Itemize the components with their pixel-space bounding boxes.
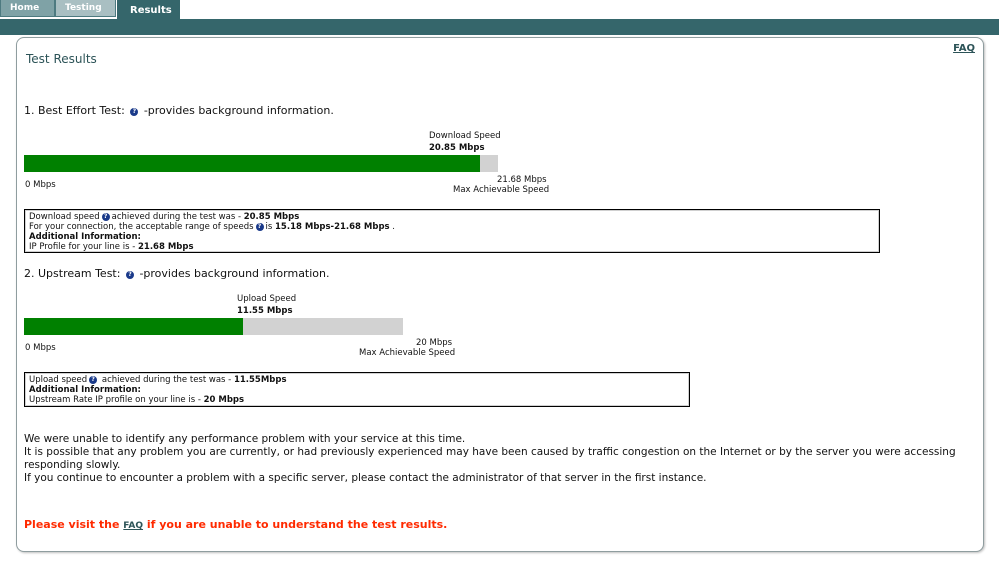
- best-effort-heading-note: -provides background information.: [143, 104, 334, 117]
- help-icon[interactable]: ?: [101, 213, 110, 221]
- download-min-label: 0 Mbps: [25, 180, 56, 190]
- download-speed-value: 20.85 Mbps: [429, 143, 485, 153]
- best-effort-heading: 1. Best Effort Test: ? -provides backgro…: [24, 104, 334, 117]
- upload-info-box: Upload speed? achieved during the test w…: [24, 372, 690, 407]
- upload-info-line-1: Upload speed? achieved during the test w…: [29, 375, 287, 385]
- tab-bar: Home Testing Results: [0, 0, 999, 35]
- download-speed-bar-fill: [24, 155, 480, 172]
- summary-text: We were unable to identify any performan…: [24, 433, 974, 485]
- summary-line-1: We were unable to identify any performan…: [24, 433, 466, 445]
- upload-info-line-2: Additional Information:: [29, 385, 141, 395]
- help-icon[interactable]: ?: [125, 271, 134, 279]
- help-icon[interactable]: ?: [89, 376, 98, 384]
- download-info-line-3: Additional Information:: [29, 232, 141, 242]
- upload-speed-bar-fill: [24, 318, 243, 335]
- upstream-heading-label: 2. Upstream Test:: [24, 267, 121, 280]
- download-info-line-4: IP Profile for your line is - 21.68 Mbps: [29, 242, 194, 252]
- faq-notice-post: if you are unable to understand the test…: [143, 518, 448, 531]
- page-title: Test Results: [26, 52, 97, 66]
- tab-testing[interactable]: Testing: [55, 0, 116, 17]
- upload-speed-value: 11.55 Mbps: [237, 306, 293, 316]
- download-info-line-2: For your connection, the acceptable rang…: [29, 222, 396, 232]
- download-max-value: 21.68 Mbps: [497, 175, 547, 185]
- download-info-box: Download speed? achieved during the test …: [24, 209, 880, 253]
- tab-home[interactable]: Home: [0, 0, 55, 17]
- help-icon[interactable]: ?: [130, 108, 139, 116]
- download-info-line-1: Download speed? achieved during the test …: [29, 212, 300, 222]
- faq-link[interactable]: FAQ: [953, 43, 975, 54]
- header-band: [0, 19, 999, 35]
- best-effort-heading-label: 1. Best Effort Test:: [24, 104, 125, 117]
- faq-notice: Please visit the FAQ if you are unable t…: [24, 518, 447, 531]
- summary-line-3: If you continue to encounter a problem w…: [24, 472, 707, 484]
- upstream-heading: 2. Upstream Test: ? -provides background…: [24, 267, 330, 280]
- help-icon[interactable]: ?: [255, 223, 264, 231]
- faq-notice-pre: Please visit the: [24, 518, 124, 531]
- download-speed-caption: Download Speed: [429, 131, 501, 141]
- upload-speed-caption: Upload Speed: [237, 294, 297, 304]
- upload-max-value: 20 Mbps: [416, 338, 453, 348]
- faq-notice-link[interactable]: FAQ: [123, 521, 143, 531]
- upload-max-caption: Max Achievable Speed: [359, 348, 456, 358]
- summary-line-2: It is possible that any problem you are …: [24, 446, 956, 471]
- download-max-caption: Max Achievable Speed: [453, 185, 550, 195]
- upload-speed-bar: [24, 318, 403, 335]
- upload-info-line-3: Upstream Rate IP profile on your line is…: [29, 395, 245, 405]
- upload-min-label: 0 Mbps: [25, 343, 56, 353]
- tab-results[interactable]: Results: [117, 0, 180, 20]
- upstream-heading-note: -provides background information.: [139, 267, 330, 280]
- download-speed-bar: [24, 155, 498, 172]
